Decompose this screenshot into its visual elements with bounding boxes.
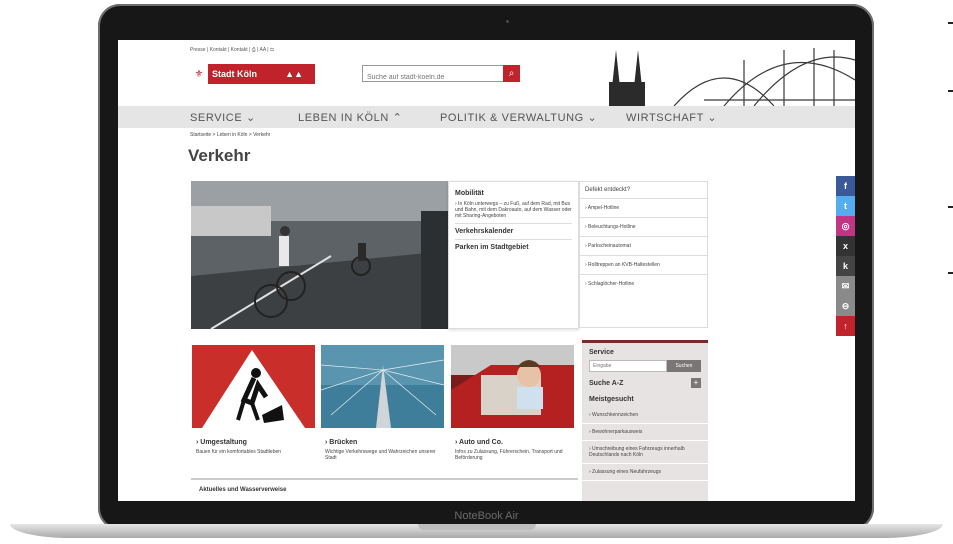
- search-icon[interactable]: ⌕: [503, 65, 520, 82]
- teaser-title[interactable]: Mobilität: [455, 190, 572, 197]
- link-ampel-hotline[interactable]: › Ampel-Hotline: [580, 199, 707, 218]
- link-verkehrskalender[interactable]: Verkehrskalender: [455, 228, 572, 235]
- card-title[interactable]: › Brücken: [325, 439, 440, 446]
- social-share-bar: f t ◎ x k ✉ ⊖ ↑: [836, 176, 855, 336]
- construction-sign-image: [192, 345, 315, 428]
- service-sidebar: Service Suchen Suche A-Z + Meistgesucht …: [582, 340, 708, 501]
- card-title[interactable]: › Auto und Co.: [455, 439, 570, 446]
- scroll-top-icon[interactable]: ↑: [836, 316, 855, 336]
- card-text: Wichtige Verkehrswege und Wahrzeichen un…: [325, 449, 436, 461]
- card-title[interactable]: › Umgestaltung: [196, 439, 311, 446]
- card-text: Bauen für ein komfortables Stadtleben: [196, 449, 282, 455]
- facebook-icon[interactable]: f: [836, 176, 855, 196]
- service-title: Service: [589, 349, 614, 356]
- card-bruecken[interactable]: › Brücken Wichtige Verkehrswege und Wahr…: [320, 345, 445, 497]
- logo-text: Stadt Köln: [212, 69, 257, 79]
- main-navigation: SERVICE ⌄ LEBEN IN KÖLN ⌃ POLITIK & VERW…: [118, 106, 855, 128]
- nav-wirtschaft[interactable]: WIRTSCHAFT ⌄: [626, 111, 717, 124]
- link-bewohnerparkausweis[interactable]: › Bewohnerparkausweis: [582, 424, 708, 441]
- browser-screen: Presse | Kontakt | Kontakt | ⎙ | AA | ⇆ …: [118, 40, 855, 501]
- card-umgestaltung[interactable]: › Umgestaltung Bauen für ein komfortable…: [192, 345, 315, 497]
- suche-a-z-label[interactable]: Suche A-Z: [589, 380, 623, 387]
- link-beleuchtung[interactable]: › Beleuchtungs-Hotline: [580, 218, 707, 237]
- links-box-header: Defekt entdeckt?: [580, 182, 707, 199]
- nav-leben-in-koeln[interactable]: LEBEN IN KÖLN ⌃: [298, 111, 402, 124]
- cyclists-photo: [191, 181, 448, 329]
- teaser-text: › In Köln unterwegs – zu Fuß, auf dem Ra…: [455, 201, 572, 219]
- xing-icon[interactable]: x: [836, 236, 855, 256]
- mail-icon[interactable]: ✉: [836, 276, 855, 296]
- link-wunschkennzeichen[interactable]: › Wunschkennzeichen: [582, 407, 708, 424]
- card-text: Infos zu Zulassung, Führerschein, Transp…: [455, 449, 563, 461]
- breadcrumb[interactable]: Startseite > Leben in Köln > Verkehr: [190, 132, 270, 138]
- expand-plus-icon[interactable]: +: [691, 378, 701, 388]
- search-input[interactable]: [363, 70, 503, 85]
- link-rolltreppen[interactable]: › Rolltreppen an KVB-Haltestellen: [580, 256, 707, 275]
- nav-service[interactable]: SERVICE ⌄: [190, 111, 256, 124]
- coat-of-arms-icon: ⚜: [190, 64, 208, 84]
- link-zulassung[interactable]: › Zulassung eines Neufahrzeugs: [582, 464, 708, 481]
- link-parken[interactable]: Parken im Stadtgebiet: [455, 244, 572, 251]
- bridge-image: [320, 345, 445, 428]
- link-umschreibung[interactable]: › Umschreibung eines Fahrzeugs innerhalb…: [582, 441, 708, 464]
- laptop-notch: [418, 524, 536, 530]
- defekt-links-box: Defekt entdeckt? › Ampel-Hotline › Beleu…: [579, 181, 708, 328]
- mobility-teaser: Mobilität › In Köln unterwegs – zu Fuß, …: [448, 181, 579, 329]
- newsletter-icon[interactable]: ⊖: [836, 296, 855, 316]
- service-search-input[interactable]: [589, 360, 667, 372]
- utility-links[interactable]: Presse | Kontakt | Kontakt | ⎙ | AA | ⇆: [190, 47, 274, 53]
- twitter-icon[interactable]: t: [836, 196, 855, 216]
- car-driver-image: [451, 345, 574, 428]
- instagram-icon[interactable]: ◎: [836, 216, 855, 236]
- link-parkschein[interactable]: › Parkscheinautomat: [580, 237, 707, 256]
- cropped-edge: [948, 22, 953, 282]
- camera: [506, 20, 509, 23]
- aktuelles-heading[interactable]: Aktuelles und Wasserverweise: [199, 487, 286, 493]
- page-title: Verkehr: [188, 146, 251, 165]
- card-auto-und-co[interactable]: › Auto und Co. Infos zu Zulassung, Führe…: [451, 345, 574, 497]
- cathedral-icon: ▲▲: [285, 69, 303, 79]
- site-search: ⌕: [362, 65, 520, 85]
- meistgesucht-heading: Meistgesucht: [589, 396, 634, 403]
- stadt-koeln-logo[interactable]: ⚜ Stadt Köln ▲▲: [190, 64, 315, 84]
- service-search-button[interactable]: Suchen: [666, 360, 701, 372]
- kununu-icon[interactable]: k: [836, 256, 855, 276]
- link-schlagloecher[interactable]: › Schlaglöcher-Hotline: [580, 275, 707, 294]
- nav-politik-verwaltung[interactable]: POLITIK & VERWALTUNG ⌄: [440, 111, 597, 124]
- aktuelles-section: Aktuelles und Wasserverweise: [191, 478, 578, 501]
- skyline-image: [604, 40, 855, 106]
